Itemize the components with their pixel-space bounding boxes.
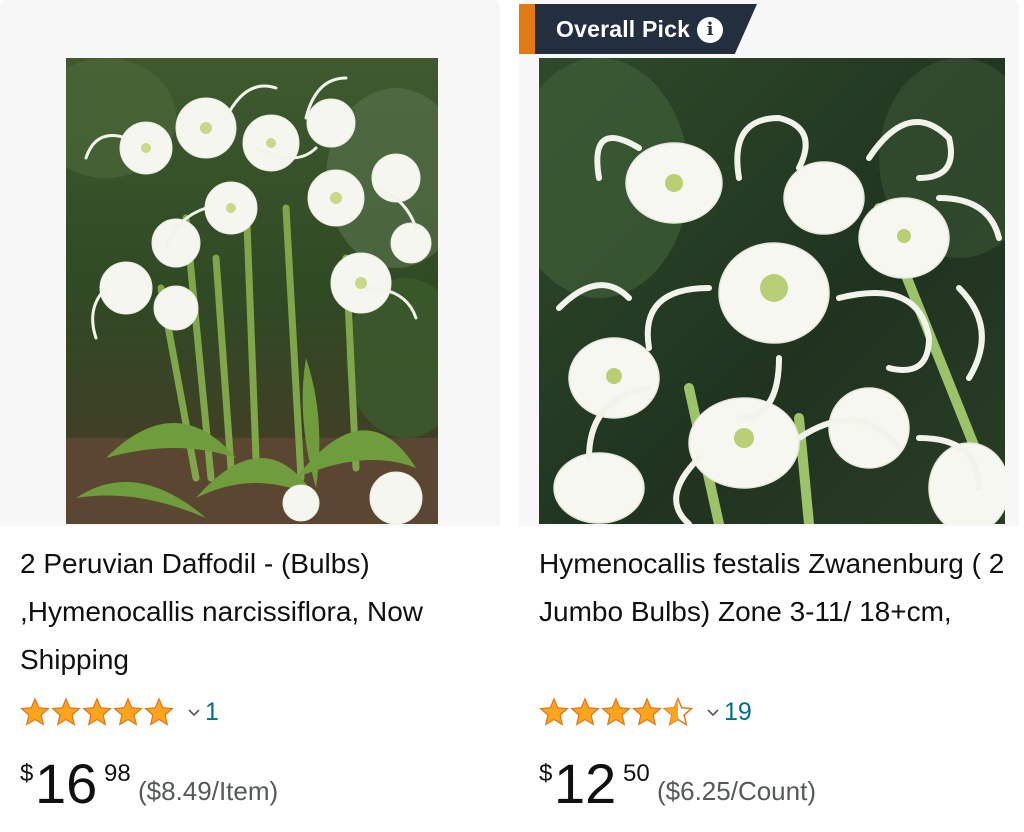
- star-icon: [601, 697, 631, 726]
- product-image[interactable]: [539, 58, 1005, 524]
- unit-price: ($6.25/Count): [657, 776, 816, 806]
- rating-row[interactable]: 19: [539, 694, 752, 730]
- product-card: 2 Peruvian Daffodil - (Bulbs) ,Hymenocal…: [0, 0, 500, 832]
- price-symbol: $: [20, 760, 34, 787]
- chevron-down-icon[interactable]: [706, 705, 720, 719]
- rating-row[interactable]: 1: [20, 694, 219, 730]
- badge-stripe: [519, 4, 535, 54]
- price-symbol: $: [539, 760, 553, 787]
- product-image-area[interactable]: Overall Pick i: [519, 0, 1019, 526]
- star-icon: [82, 697, 112, 726]
- rating-count-link[interactable]: 1: [205, 698, 219, 727]
- price-fraction: 50: [623, 760, 650, 787]
- product-image[interactable]: [66, 58, 438, 524]
- star-icon: [20, 697, 50, 726]
- star-icon: [51, 697, 81, 726]
- badge-label: Overall Pick: [556, 16, 691, 42]
- price-whole: 16: [35, 752, 98, 815]
- info-icon[interactable]: i: [697, 17, 723, 43]
- star-icon: [570, 697, 600, 726]
- product-card: Overall Pick i Hymenocallis festalis Zwa…: [519, 0, 1019, 832]
- rating-count-link[interactable]: 19: [724, 698, 752, 727]
- product-title[interactable]: Hymenocallis festalis Zwanenburg ( 2 Jum…: [539, 540, 1009, 636]
- star-rating[interactable]: [20, 697, 175, 727]
- star-icon: [632, 697, 662, 726]
- star-rating[interactable]: [539, 697, 694, 727]
- star-icon: [144, 697, 174, 726]
- product-image-area[interactable]: [0, 0, 500, 526]
- half-star-icon: [663, 697, 693, 727]
- star-icon: [113, 697, 143, 726]
- price-whole: 12: [554, 752, 617, 815]
- price-fraction: 98: [104, 760, 131, 787]
- product-grid: 2 Peruvian Daffodil - (Bulbs) ,Hymenocal…: [0, 0, 1024, 832]
- chevron-down-icon[interactable]: [187, 705, 201, 719]
- unit-price: ($8.49/Item): [138, 776, 279, 806]
- product-title[interactable]: 2 Peruvian Daffodil - (Bulbs) ,Hymenocal…: [20, 540, 500, 684]
- star-icon: [539, 697, 569, 726]
- overall-pick-badge[interactable]: Overall Pick i: [519, 4, 757, 54]
